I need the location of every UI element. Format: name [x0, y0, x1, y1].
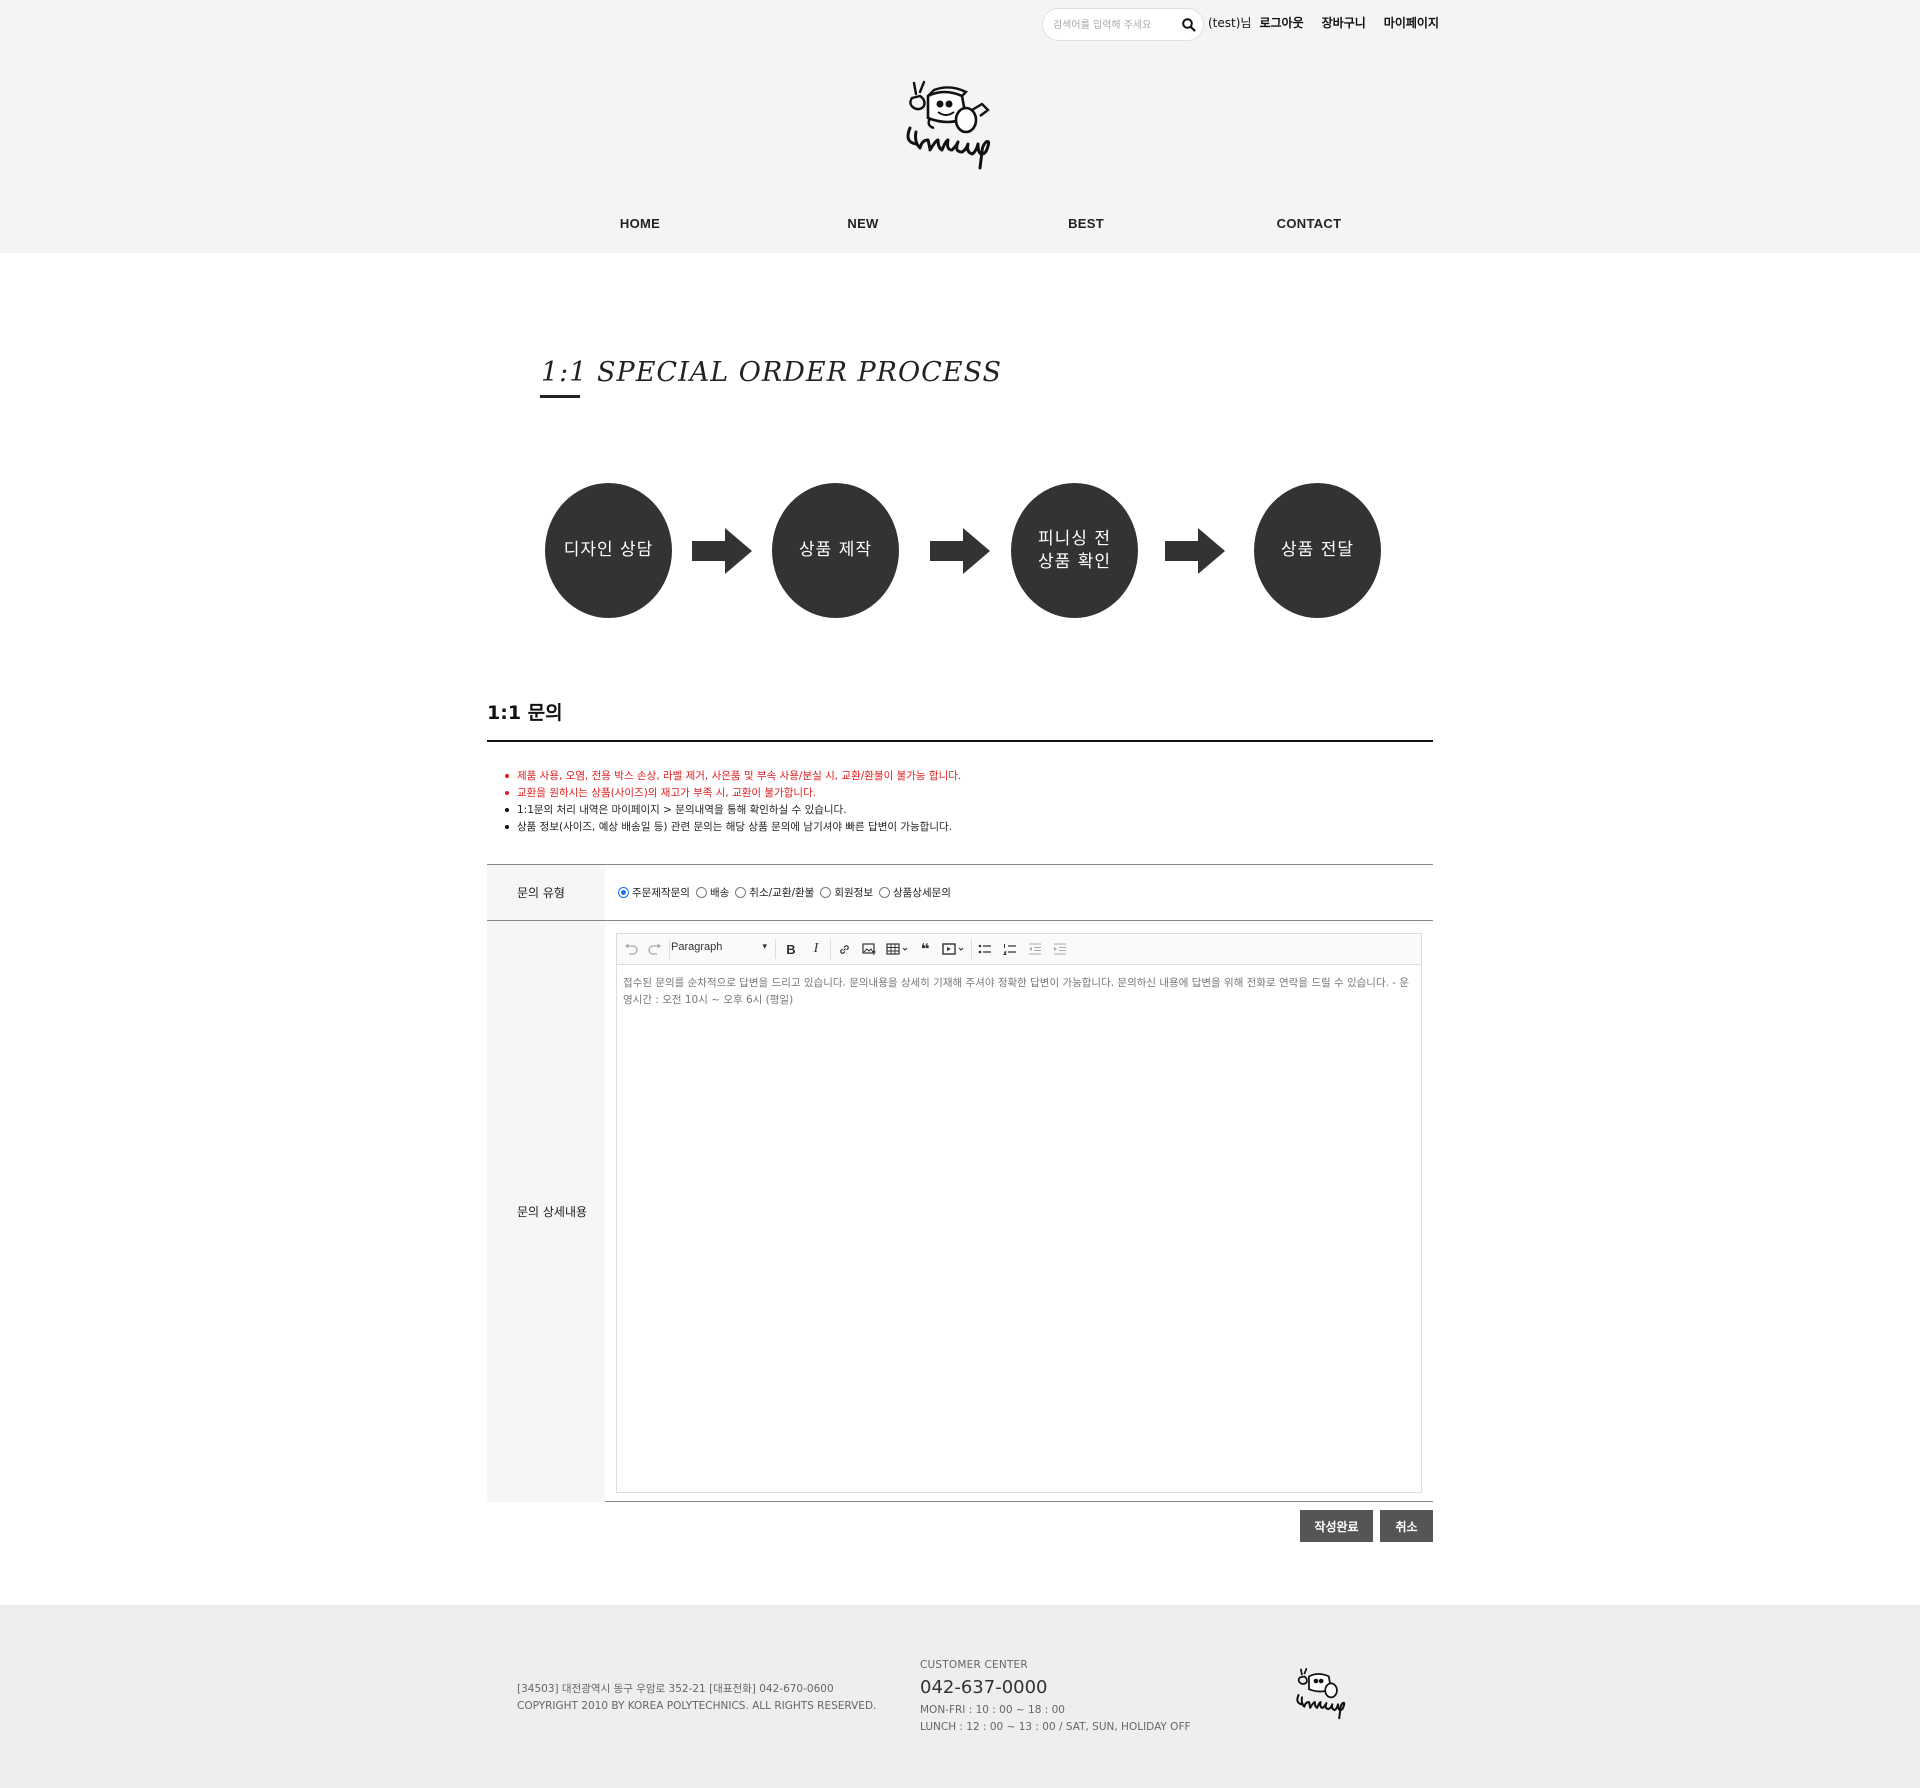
business-hours: MON-FRI : 10 : 00 ~ 18 : 00 — [920, 1704, 1065, 1716]
nav-home[interactable]: HOME — [620, 216, 660, 231]
footer-logo — [1296, 1667, 1346, 1720]
notice-item: 제품 사용, 오염, 전용 박스 손상, 라벨 제거, 사은품 및 부속 사용/… — [505, 768, 961, 785]
process-step-delivery: 상품 전달 — [1254, 483, 1381, 618]
process-step-consult: 디자인 상담 — [545, 483, 672, 618]
heading-dropdown-value: Paragraph — [671, 941, 723, 953]
inquiry-type-row: 문의 유형 주문제작문의 배송 취소/교환/환불 회원정보 상품상세문의 — [487, 865, 1433, 921]
numbered-list-icon[interactable] — [1000, 940, 1020, 958]
radio-label: 주문제작문의 — [632, 887, 690, 899]
radio-member-info[interactable]: 회원정보 — [820, 885, 873, 900]
notice-item: 상품 정보(사이즈, 예상 배송일 등) 관련 문의는 해당 상품 문의에 남기… — [505, 819, 961, 836]
step-label: 상품 제작 — [799, 540, 872, 561]
editor-toolbar: Paragraph ▾ B I ❝ — [617, 934, 1421, 965]
customer-center-phone: 042-637-0000 — [920, 1677, 1048, 1698]
process-step-finishing: 피니싱 전 상품 확인 — [1011, 483, 1138, 618]
brand-logo[interactable] — [904, 80, 1014, 176]
customer-center-label: CUSTOMER CENTER — [920, 1659, 1028, 1671]
inquiry-detail-row: 문의 상세내용 Paragraph ▾ B I ❝ 접수된 문의를 순차적으로 … — [487, 921, 1433, 1502]
inquiry-form: 문의 유형 주문제작문의 배송 취소/교환/환불 회원정보 상품상세문의 문의 … — [487, 864, 1433, 1502]
inquiry-title: 1:1 문의 — [487, 702, 563, 724]
submit-button[interactable]: 작성완료 — [1300, 1510, 1373, 1542]
radio-product-detail[interactable]: 상품상세문의 — [878, 885, 951, 900]
step-label: 상품 전달 — [1281, 540, 1354, 561]
radio-dot — [820, 887, 832, 898]
process-title: 1:1 SPECIAL ORDER PROCESS — [541, 357, 1002, 388]
radio-label: 취소/교환/환불 — [749, 887, 815, 899]
cart-link[interactable]: 장바구니 — [1322, 14, 1366, 31]
arrow-right-icon — [692, 528, 752, 574]
link-icon[interactable] — [834, 940, 854, 958]
radio-dot — [695, 887, 707, 898]
footer-company-info: [34503] 대전광역시 동구 우암로 352-21 [대표전화] 042-6… — [517, 1681, 876, 1715]
lunch-hours: LUNCH : 12 : 00 ~ 13 : 00 / SAT, SUN, HO… — [920, 1721, 1191, 1733]
notice-item: 교환을 원하시는 상품(사이즈)의 재고가 부족 시, 교환이 불가합니다. — [505, 785, 961, 802]
nav-new[interactable]: NEW — [847, 216, 878, 231]
radio-dot — [618, 887, 629, 898]
user-links: (test)님 로그아웃 장바구니 마이페이지 — [1208, 14, 1439, 31]
toolbar-separator — [830, 939, 831, 959]
redo-icon[interactable] — [645, 940, 665, 958]
site-header: (test)님 로그아웃 장바구니 마이페이지 HOME NEW BEST CO… — [0, 0, 1920, 253]
radio-dot — [735, 887, 747, 898]
process-step-production: 상품 제작 — [772, 483, 899, 618]
image-upload-icon[interactable] — [859, 940, 879, 958]
radio-custom-order[interactable]: 주문제작문의 — [618, 885, 690, 900]
divider — [487, 740, 1433, 742]
bulleted-list-icon[interactable] — [975, 940, 995, 958]
blockquote-icon[interactable]: ❝ — [915, 940, 935, 958]
search-input[interactable] — [1053, 15, 1179, 35]
chevron-down-icon: ▾ — [762, 941, 767, 951]
customer-center: CUSTOMER CENTER 042-637-0000 MON-FRI : 1… — [920, 1659, 1191, 1736]
radio-label: 회원정보 — [834, 887, 873, 899]
main-nav: HOME NEW BEST CONTACT — [0, 216, 1920, 236]
notice-item: 1:1문의 처리 내역은 마이페이지 > 문의내역을 통해 확인하실 수 있습니… — [505, 802, 961, 819]
toolbar-separator — [775, 939, 776, 959]
inquiry-detail-label: 문의 상세내용 — [487, 921, 605, 1502]
arrow-right-icon — [930, 528, 990, 574]
footer-address: [34503] 대전광역시 동구 우암로 352-21 [대표전화] 042-6… — [517, 1683, 834, 1695]
radio-cancel-exchange-refund[interactable]: 취소/교환/환불 — [735, 885, 814, 900]
step-label: 피니싱 전 상품 확인 — [1038, 528, 1111, 572]
site-footer: [34503] 대전광역시 동구 우암로 352-21 [대표전화] 042-6… — [0, 1605, 1920, 1788]
search-box — [1042, 8, 1204, 41]
outdent-icon[interactable] — [1025, 940, 1045, 958]
user-name: (test)님 — [1208, 16, 1252, 30]
radio-label: 상품상세문의 — [892, 887, 951, 899]
undo-icon[interactable] — [621, 940, 641, 958]
editor-content[interactable]: 접수된 문의를 순차적으로 답변을 드리고 있습니다. 문의내용을 상세히 기재… — [617, 966, 1421, 1492]
bold-icon[interactable]: B — [781, 940, 801, 958]
inquiry-type-group: 주문제작문의 배송 취소/교환/환불 회원정보 상품상세문의 — [618, 885, 957, 900]
nav-contact[interactable]: CONTACT — [1277, 216, 1342, 231]
cancel-button[interactable]: 취소 — [1380, 1510, 1433, 1542]
table-icon[interactable] — [883, 940, 913, 958]
rich-text-editor: Paragraph ▾ B I ❝ 접수된 문의를 순차적으로 답변을 드리고 … — [616, 933, 1422, 1493]
nav-best[interactable]: BEST — [1068, 216, 1104, 231]
indent-icon[interactable] — [1050, 940, 1070, 958]
italic-icon[interactable]: I — [806, 940, 826, 958]
title-underline — [540, 395, 580, 398]
inquiry-type-label: 문의 유형 — [487, 865, 605, 920]
media-embed-icon[interactable] — [939, 940, 969, 958]
radio-label: 배송 — [709, 887, 730, 899]
step-label: 디자인 상담 — [563, 540, 654, 561]
arrow-right-icon — [1165, 528, 1225, 574]
toolbar-separator — [971, 939, 972, 959]
heading-dropdown[interactable]: Paragraph ▾ — [671, 941, 771, 958]
logout-link[interactable]: 로그아웃 — [1259, 14, 1303, 31]
radio-dot — [878, 887, 890, 898]
footer-copyright: COPYRIGHT 2010 BY KOREA POLYTECHNICS. AL… — [517, 1700, 877, 1712]
toolbar-separator — [669, 939, 670, 959]
search-icon[interactable] — [1181, 17, 1197, 33]
notice-list: 제품 사용, 오염, 전용 박스 손상, 라벨 제거, 사은품 및 부속 사용/… — [505, 768, 961, 836]
mypage-link[interactable]: 마이페이지 — [1384, 14, 1439, 31]
radio-shipping[interactable]: 배송 — [695, 885, 730, 900]
